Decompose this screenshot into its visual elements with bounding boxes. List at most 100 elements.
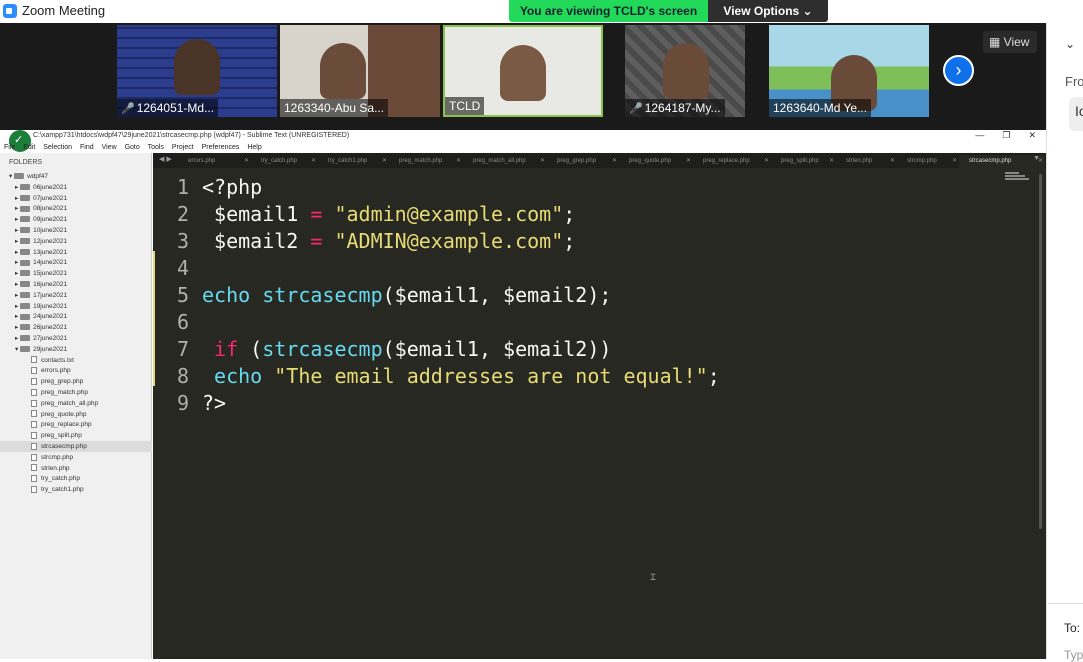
file-item[interactable]: try_catch.php <box>31 473 80 484</box>
close-tab-icon[interactable]: ✕ <box>540 155 545 168</box>
file-icon <box>31 388 37 396</box>
participant-tile[interactable]: 🎤 1264187-My... <box>625 25 745 117</box>
view-options-button[interactable]: View Options ⌄ <box>708 0 828 22</box>
file-icon <box>31 421 37 429</box>
close-icon[interactable]: ✕ <box>1028 130 1036 140</box>
minimize-icon[interactable]: — <box>975 130 984 140</box>
close-tab-icon[interactable]: ✕ <box>311 155 316 168</box>
menu-project[interactable]: Project <box>172 144 194 151</box>
code-editor[interactable]: 1 2 3 4 5 6 7 8 9 <?php $email1 = "admin@example… <box>153 168 1046 659</box>
line-number: 9 <box>176 391 189 415</box>
participant-tile[interactable]: 1263340-Abu Sa... <box>280 25 440 117</box>
file-item[interactable]: preg_grep.php <box>31 376 83 387</box>
chat-to-label[interactable]: To: <box>1064 621 1080 635</box>
file-item[interactable]: strlen.php <box>31 463 70 474</box>
menu-preferences[interactable]: Preferences <box>202 144 240 151</box>
folder-item[interactable]: ▸ 26june2021 <box>15 322 67 333</box>
folder-icon <box>20 259 31 266</box>
folder-icon <box>20 184 31 191</box>
folder-item[interactable]: ▸ 12june2021 <box>15 236 67 247</box>
file-item[interactable]: preg_match_all.php <box>31 398 98 409</box>
tab-preg-grep-php[interactable]: preg_grep.php ✕ <box>547 155 619 168</box>
folder-item[interactable]: ▸ 06june2021 <box>15 182 67 193</box>
folder-item[interactable]: ▸ 09june2021 <box>15 214 67 225</box>
file-item[interactable]: preg_split.php <box>31 430 82 441</box>
file-item[interactable]: strcasecmp.php <box>31 441 87 452</box>
folder-item[interactable]: ▸ 27june2021 <box>15 333 67 344</box>
folder-icon <box>20 313 31 320</box>
menu-goto[interactable]: Goto <box>125 144 140 151</box>
menu-view[interactable]: View <box>102 144 117 151</box>
minimap[interactable] <box>1005 172 1029 184</box>
folders-heading: FOLDERS <box>9 159 43 166</box>
folder-item[interactable]: ▸ 13june2021 <box>15 247 67 258</box>
view-button[interactable]: ▦ View <box>983 31 1037 53</box>
tab-try-catch-php[interactable]: try_catch.php ✕ <box>251 155 318 168</box>
tab-scroll-arrows-icon[interactable]: ◀ ▶ <box>159 155 172 163</box>
file-item[interactable]: contacts.txt <box>31 355 74 366</box>
folder-item[interactable]: ▸ 16june2021 <box>15 279 67 290</box>
tab-preg-match-all-php[interactable]: preg_match_all.php ✕ <box>463 155 547 168</box>
folder-item[interactable]: ▸ 24june2021 <box>15 311 67 322</box>
chat-input[interactable]: Typ <box>1064 648 1083 662</box>
close-tab-icon[interactable]: ✕ <box>612 155 617 168</box>
close-tab-icon[interactable]: ✕ <box>764 155 769 168</box>
close-tab-icon[interactable]: ✕ <box>829 155 834 168</box>
folder-item[interactable]: ▸ 19june2021 <box>15 301 67 312</box>
folder-item[interactable]: ▸ 17june2021 <box>15 290 67 301</box>
participant-tile[interactable]: 🎤 1264051-Md... <box>117 25 277 117</box>
file-item[interactable]: errors.php <box>31 365 71 376</box>
menu-selection[interactable]: Selection <box>43 144 72 151</box>
tab-preg-quote-php[interactable]: preg_quote.php ✕ <box>619 155 693 168</box>
file-icon <box>31 453 37 461</box>
tab-strlen-php[interactable]: strlen.php ✕ <box>836 155 897 168</box>
close-tab-icon[interactable]: ✕ <box>686 155 691 168</box>
file-icon <box>31 475 37 483</box>
participant-tile[interactable]: 1263640-Md Ye... <box>769 25 929 117</box>
line-number: 8 <box>176 364 189 388</box>
folder-item[interactable]: ▸ 10june2021 <box>15 225 67 236</box>
chevron-down-icon[interactable]: ⌄ <box>1065 37 1075 51</box>
menu-find[interactable]: Find <box>80 144 94 151</box>
tab-preg-replace-php[interactable]: preg_replace.php ✕ <box>693 155 771 168</box>
divider <box>1048 603 1083 604</box>
folder-item[interactable]: ▸ 07june2021 <box>15 193 67 204</box>
folder-item[interactable]: ▸ 08june2021 <box>15 203 67 214</box>
line-number: 7 <box>176 337 189 361</box>
file-item[interactable]: try_catch1.php <box>31 484 84 495</box>
tab-preg-match-php[interactable]: preg_match.php ✕ <box>389 155 463 168</box>
viewing-screen-message: You are viewing TCLD's screen <box>509 0 708 22</box>
folder-item[interactable]: ▾ 29june2021 <box>15 344 67 355</box>
file-item[interactable]: preg_replace.php <box>31 419 92 430</box>
chat-from-label: Fro <box>1065 74 1083 89</box>
file-item[interactable]: strcmp.php <box>31 452 73 463</box>
tab-preg-split-php[interactable]: preg_split.php ✕ <box>771 155 836 168</box>
folder-item[interactable]: ▸ 15june2021 <box>15 268 67 279</box>
close-tab-icon[interactable]: ✕ <box>952 155 957 168</box>
file-item[interactable]: preg_quote.php <box>31 409 87 420</box>
folder-item[interactable]: ▸ 14june2021 <box>15 257 67 268</box>
menu-tools[interactable]: Tools <box>148 144 164 151</box>
menu-help[interactable]: Help <box>247 144 261 151</box>
participant-tile-active-speaker[interactable]: TCLD <box>443 25 603 117</box>
menu-file[interactable]: File <box>4 144 15 151</box>
menu-edit[interactable]: Edit <box>23 144 35 151</box>
close-tab-icon[interactable]: ✕ <box>890 155 895 168</box>
tab-dropdown-icon[interactable]: ▼ <box>1033 155 1040 162</box>
file-icon <box>31 377 37 385</box>
tab-try-catch1-php[interactable]: try_catch1.php ✕ <box>318 155 389 168</box>
close-tab-icon[interactable]: ✕ <box>382 155 387 168</box>
screen-share-banner: You are viewing TCLD's screen View Optio… <box>509 0 828 22</box>
tab-strcmp-php[interactable]: strcmp.php ✕ <box>897 155 959 168</box>
close-tab-icon[interactable]: ✕ <box>244 155 249 168</box>
next-page-arrow-icon[interactable]: › <box>943 55 974 86</box>
muted-mic-icon: 🎤 <box>121 103 135 115</box>
tab-errors-php[interactable]: errors.php ✕ <box>178 155 251 168</box>
file-item[interactable]: preg_match.php <box>31 387 88 398</box>
grid-icon: ▦ <box>989 35 1004 49</box>
maximize-icon[interactable]: ❐ <box>1002 130 1010 140</box>
close-tab-icon[interactable]: ✕ <box>456 155 461 168</box>
vertical-scrollbar[interactable] <box>1039 174 1042 529</box>
folder-root[interactable]: ▾ wdpf47 <box>9 171 48 182</box>
line-number: 5 <box>176 283 189 307</box>
